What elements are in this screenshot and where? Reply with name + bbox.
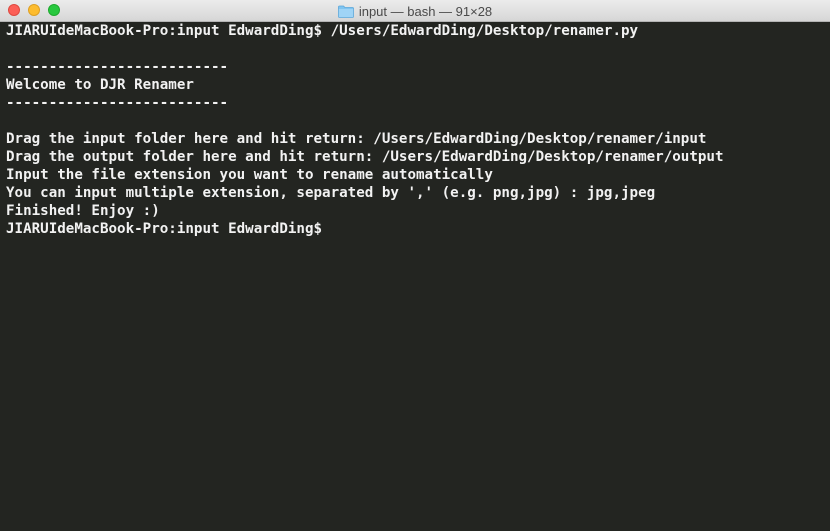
terminal-line-extension-input: You can input multiple extension, separa… <box>6 185 656 201</box>
terminal-line-extension-prompt: Input the file extension you want to ren… <box>6 167 493 183</box>
terminal-output[interactable]: JIARUIdeMacBook-Pro:input EdwardDing$ /U… <box>0 22 830 531</box>
terminal-line-divider: -------------------------- <box>6 95 229 111</box>
window-title: input — bash — 91×28 <box>0 0 830 22</box>
terminal-line-finished: Finished! Enjoy :) <box>6 203 160 219</box>
terminal-line-divider: -------------------------- <box>6 59 229 75</box>
terminal-line-output-folder: Drag the output folder here and hit retu… <box>6 149 724 165</box>
terminal-line-welcome: Welcome to DJR Renamer <box>6 77 194 93</box>
title-bar[interactable]: input — bash — 91×28 <box>0 0 830 22</box>
terminal-window: input — bash — 91×28 JIARUIdeMacBook-Pro… <box>0 0 830 531</box>
folder-icon <box>337 5 354 18</box>
terminal-line-input-folder: Drag the input folder here and hit retur… <box>6 131 707 147</box>
window-title-text: input — bash — 91×28 <box>358 3 493 19</box>
terminal-line-command: JIARUIdeMacBook-Pro:input EdwardDing$ /U… <box>6 23 639 39</box>
terminal-prompt[interactable]: JIARUIdeMacBook-Pro:input EdwardDing$ <box>6 220 824 238</box>
